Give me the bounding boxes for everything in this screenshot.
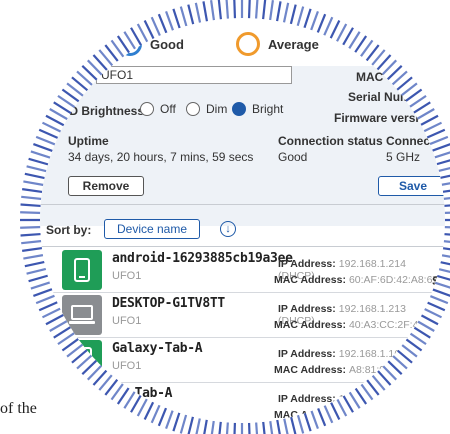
ip-address: IP Address: 192.168.1.168 (D bbox=[278, 348, 420, 360]
ring-tick bbox=[20, 225, 43, 229]
laptop-icon bbox=[62, 295, 102, 335]
device-row[interactable]: DESKTOP-G1TV8TT UFO1 IP Address: 192.168.… bbox=[40, 293, 445, 338]
device-network: UFO1 bbox=[112, 315, 142, 327]
remove-button[interactable]: Remove bbox=[68, 176, 144, 196]
ring-tick bbox=[289, 4, 297, 27]
radio-icon bbox=[140, 102, 154, 116]
circle-icon bbox=[118, 32, 142, 56]
mac-address: MAC Address: 60:AF:6D:42:A8:67 bbox=[274, 274, 439, 286]
uptime-value: 34 days, 20 hours, 7 mins, 59 secs bbox=[68, 150, 254, 164]
ring-tick bbox=[20, 232, 43, 237]
radio-label: Bright bbox=[252, 102, 284, 116]
led-radio-off[interactable]: Off bbox=[140, 102, 176, 116]
tablet-icon bbox=[62, 385, 102, 423]
ring-tick bbox=[187, 4, 195, 27]
sort-select[interactable]: Device name bbox=[104, 219, 200, 239]
device-network: UFO1 bbox=[112, 270, 142, 282]
led-radio-bright[interactable]: Bright bbox=[232, 102, 283, 116]
sort-label: Sort by: bbox=[46, 223, 92, 237]
name-field[interactable] bbox=[96, 66, 292, 84]
led-brightness-label: LED Brightness: bbox=[54, 104, 149, 118]
mac-address: MAC Add bbox=[274, 409, 321, 421]
legend-label: Good bbox=[150, 36, 184, 52]
mac-label: MAC bbox=[356, 70, 384, 84]
legend-label: Average bbox=[268, 36, 319, 52]
legend-prefix: : bbox=[112, 34, 117, 49]
connection-status-value: Good bbox=[278, 150, 308, 164]
ring-tick bbox=[21, 239, 44, 245]
device-network: UFO1 bbox=[112, 360, 142, 372]
radio-selected-icon bbox=[232, 102, 246, 116]
ring-tick bbox=[225, 0, 230, 21]
connection-value: 5 GHz bbox=[386, 150, 421, 164]
connection-label: Connec bbox=[386, 134, 431, 148]
circle-icon bbox=[236, 32, 260, 56]
ring-tick bbox=[233, 0, 237, 21]
device-name: Galaxy-Tab-A bbox=[112, 341, 203, 356]
ring-tick bbox=[217, 0, 223, 22]
ring-tick bbox=[282, 2, 290, 25]
divider bbox=[40, 246, 445, 247]
ring-tick bbox=[268, 0, 274, 23]
save-button[interactable]: Save bbox=[378, 176, 445, 196]
radio-label: Dim bbox=[206, 102, 228, 116]
mac-address: MAC Address: 40:A3:CC:2F:49:00 bbox=[274, 319, 439, 331]
led-radio-dim[interactable]: Dim bbox=[186, 102, 227, 116]
device-row[interactable]: Galaxy-Tab-A UFO1 IP Address: 192.168.1.1… bbox=[40, 338, 445, 383]
divider bbox=[40, 204, 445, 205]
uptime-label: Uptime bbox=[68, 134, 109, 148]
ip-address: IP Address: 192. bbox=[278, 393, 360, 405]
magnified-view: : Good Average name: MAC Serial Num Firm… bbox=[40, 18, 445, 423]
firmware-label: Firmware version bbox=[334, 111, 434, 125]
connection-status-label: Connection status bbox=[278, 134, 383, 148]
row-extra: S bbox=[432, 274, 441, 288]
ring-tick bbox=[254, 0, 259, 21]
background-text: of the bbox=[0, 400, 37, 417]
tablet-icon bbox=[62, 340, 102, 380]
ring-tick bbox=[202, 1, 209, 24]
ring-tick bbox=[20, 211, 43, 215]
device-name: xy-Tab-A bbox=[112, 386, 173, 401]
radio-icon bbox=[186, 102, 200, 116]
radio-label: Off bbox=[160, 102, 176, 116]
device-row[interactable]: xy-Tab-A IP Address: 192. MAC Add bbox=[40, 383, 445, 423]
ring-tick bbox=[247, 0, 251, 21]
device-name: android-16293885cb19a3ee bbox=[112, 251, 293, 266]
ring-tick bbox=[275, 1, 282, 24]
ring-tick bbox=[179, 6, 188, 29]
device-row[interactable]: android-16293885cb19a3ee UFO1 IP Address… bbox=[40, 248, 445, 293]
serial-label: Serial Num bbox=[348, 90, 411, 104]
mac-address: MAC Address: A8:81:95:F3:5 bbox=[274, 364, 415, 376]
arrow-down-circle-icon[interactable]: ↓ bbox=[220, 221, 236, 237]
legend: : Good Average bbox=[40, 26, 445, 66]
name-label: name: bbox=[62, 69, 98, 83]
ring-tick bbox=[194, 2, 202, 25]
legend-item-average: Average bbox=[236, 32, 319, 56]
phone-icon bbox=[62, 250, 102, 290]
ring-tick bbox=[261, 0, 267, 22]
ring-tick bbox=[210, 0, 216, 23]
ring-tick bbox=[296, 6, 305, 29]
legend-item-good: Good bbox=[118, 32, 184, 56]
device-name: DESKTOP-G1TV8TT bbox=[112, 296, 225, 311]
